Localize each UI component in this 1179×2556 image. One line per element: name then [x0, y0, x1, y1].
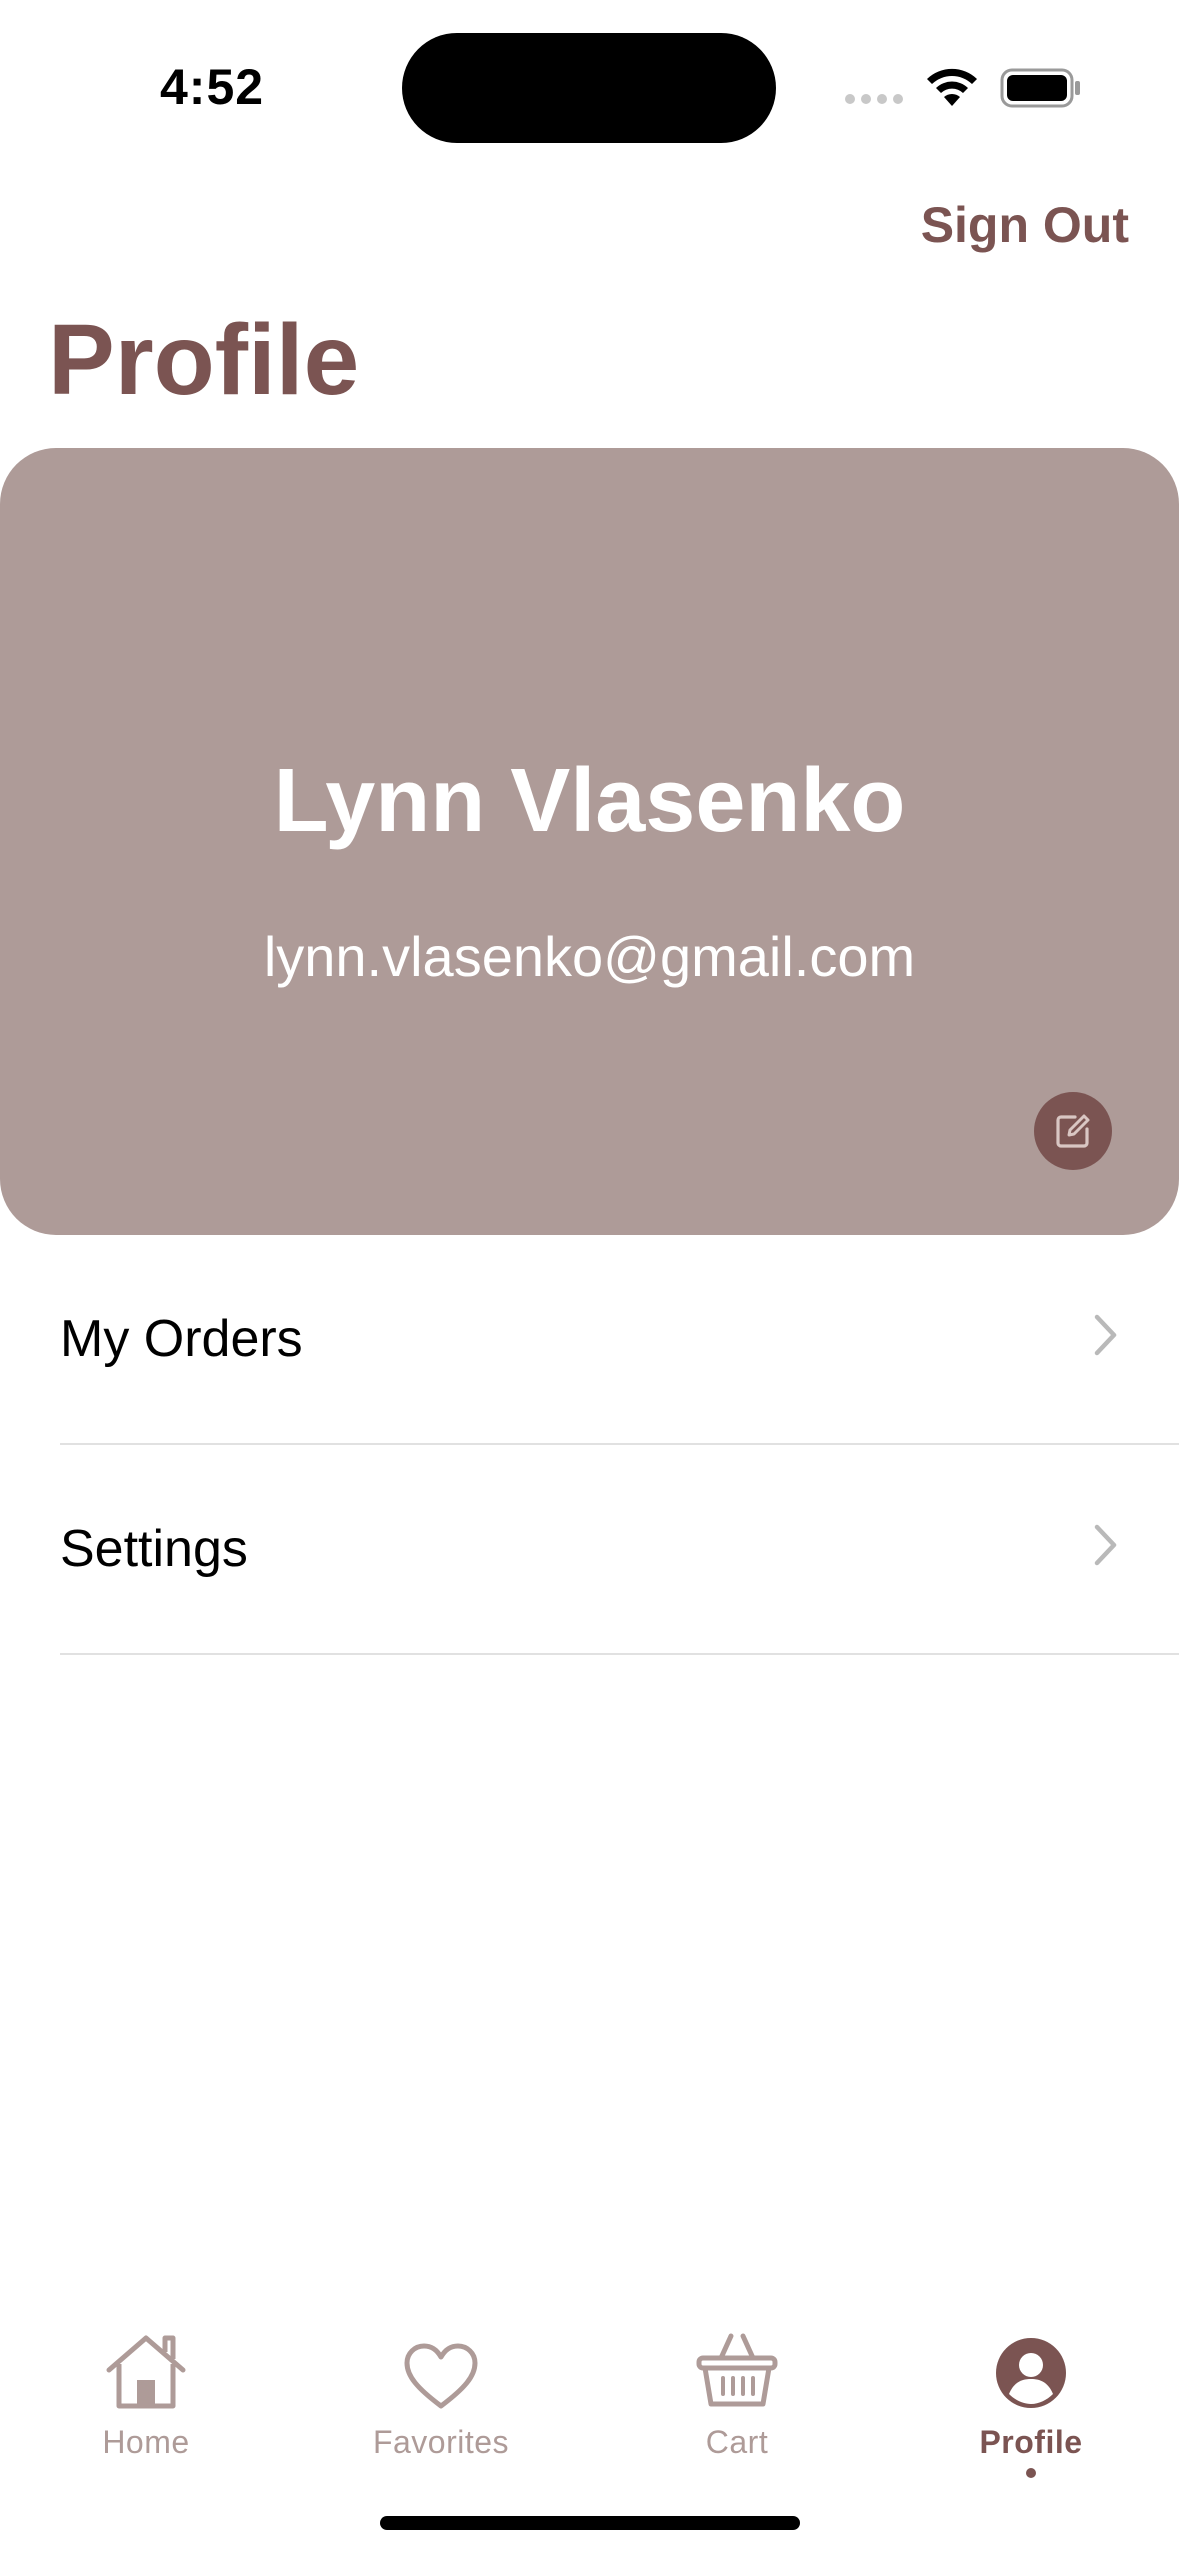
- tab-home[interactable]: Home: [36, 2320, 256, 2480]
- profile-card: Lynn Vlasenko lynn.vlasenko@gmail.com: [0, 448, 1179, 1235]
- status-bar: 4:52: [0, 0, 1179, 180]
- menu-item-label: Settings: [60, 1520, 248, 1578]
- basket-icon: [696, 2333, 778, 2407]
- active-tab-indicator: [1026, 2468, 1036, 2478]
- heart-icon: [404, 2343, 478, 2409]
- user-name: Lynn Vlasenko: [273, 751, 906, 851]
- tab-label: Favorites: [372, 2424, 510, 2460]
- home-indicator: [380, 2516, 800, 2530]
- tab-label: Profile: [979, 2424, 1083, 2460]
- chevron-right-icon: [1094, 1314, 1117, 1356]
- menu-item-label: My Orders: [60, 1310, 303, 1368]
- cellular-signal-icon: [845, 94, 903, 104]
- edit-icon: [1056, 1114, 1090, 1148]
- dynamic-island: [402, 33, 776, 143]
- tab-label: Home: [102, 2424, 190, 2460]
- tab-label: Cart: [705, 2424, 769, 2460]
- menu-item-settings[interactable]: Settings: [60, 1445, 1179, 1655]
- wifi-icon: [927, 68, 977, 106]
- tab-profile[interactable]: Profile: [921, 2320, 1141, 2480]
- home-icon: [106, 2335, 186, 2409]
- status-time: 4:52: [160, 59, 265, 115]
- edit-profile-button[interactable]: [1034, 1092, 1112, 1170]
- profile-menu: My Orders Settings: [60, 1235, 1179, 1655]
- person-circle-icon: [996, 2338, 1066, 2408]
- menu-item-my-orders[interactable]: My Orders: [60, 1235, 1179, 1445]
- page-title: Profile: [48, 304, 360, 416]
- sign-out-button[interactable]: Sign Out: [921, 196, 1129, 254]
- user-email: lynn.vlasenko@gmail.com: [263, 925, 916, 988]
- tab-favorites[interactable]: Favorites: [331, 2320, 551, 2480]
- chevron-right-icon: [1094, 1524, 1117, 1566]
- tab-cart[interactable]: Cart: [627, 2320, 847, 2480]
- battery-icon: [1000, 68, 1080, 108]
